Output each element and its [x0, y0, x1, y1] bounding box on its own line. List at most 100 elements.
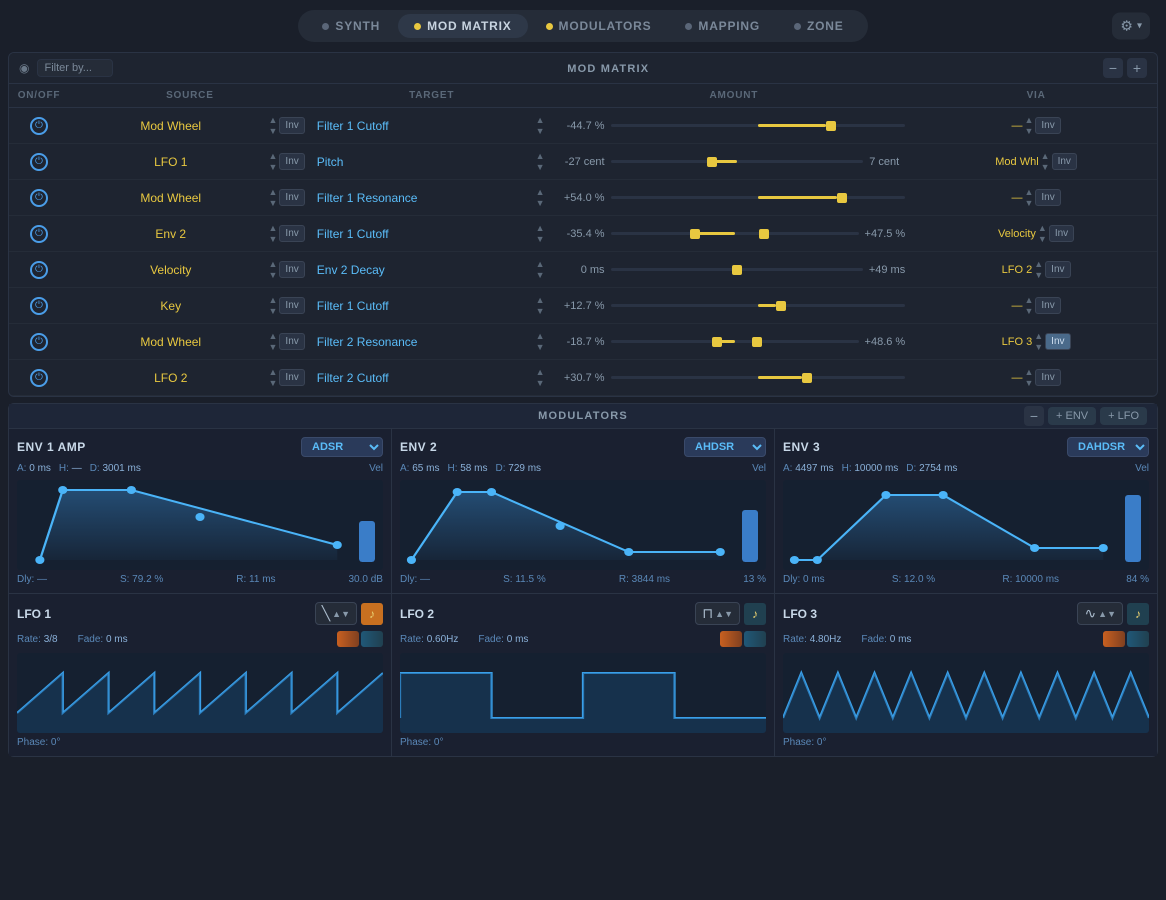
- tab-zone[interactable]: ZONE: [778, 14, 860, 38]
- row5-via-inv[interactable]: Inv: [1045, 261, 1070, 278]
- tab-mod-matrix[interactable]: MOD MATRIX: [398, 14, 527, 38]
- row8-source-arrows[interactable]: ▲▼: [267, 367, 280, 388]
- lfo1-canvas[interactable]: [17, 653, 383, 733]
- filter-select[interactable]: Filter by...: [37, 59, 113, 77]
- row1-via-arrows[interactable]: ▲▼: [1022, 115, 1035, 136]
- row5-power-btn[interactable]: ⏻: [30, 261, 48, 279]
- row1-via-inv[interactable]: Inv: [1035, 117, 1060, 134]
- row3-slider[interactable]: [611, 196, 906, 199]
- lfo2-wave-select[interactable]: ⊓ ▲▼: [695, 602, 740, 625]
- row7-via-arrows[interactable]: ▲▼: [1032, 331, 1045, 352]
- env2-canvas[interactable]: [400, 480, 766, 570]
- row4-source-inv[interactable]: Inv: [279, 225, 304, 242]
- row5-slider[interactable]: [611, 268, 863, 271]
- lfo3-fade-out-btn[interactable]: [1127, 631, 1149, 647]
- row2-slider[interactable]: [611, 160, 864, 163]
- row7-source-inv[interactable]: Inv: [279, 333, 304, 350]
- row2-via-arrows[interactable]: ▲▼: [1039, 151, 1052, 172]
- lfo2-fade-in-btn[interactable]: [720, 631, 742, 647]
- row3-via-arrows[interactable]: ▲▼: [1022, 187, 1035, 208]
- row7-source-arrows[interactable]: ▲▼: [267, 331, 280, 352]
- tab-modulators[interactable]: MODULATORS: [530, 14, 668, 38]
- row7-target-arrows[interactable]: ▲▼: [534, 331, 547, 352]
- row6-source-arrows[interactable]: ▲▼: [267, 295, 280, 316]
- row4-slider[interactable]: [611, 232, 859, 235]
- lfo2-canvas[interactable]: [400, 653, 766, 733]
- lfo3-wave-select[interactable]: ∿ ▲▼: [1077, 602, 1123, 625]
- row6-slider[interactable]: [611, 304, 906, 307]
- env3-vel-bar[interactable]: [1125, 488, 1141, 562]
- row3-target-arrows[interactable]: ▲▼: [534, 187, 547, 208]
- lfo3-sync-btn[interactable]: ♪: [1127, 603, 1149, 625]
- row3-via-inv[interactable]: Inv: [1035, 189, 1060, 206]
- row1-source-arrows[interactable]: ▲▼: [267, 115, 280, 136]
- env1-canvas[interactable]: [17, 480, 383, 570]
- row5-via-arrows[interactable]: ▲▼: [1032, 259, 1045, 280]
- lfo1-wave-select[interactable]: ╲ ▲▼: [315, 602, 357, 625]
- env3-canvas[interactable]: [783, 480, 1149, 570]
- lfo1-rate: Rate: 3/8: [17, 634, 58, 645]
- row6-via-inv[interactable]: Inv: [1035, 297, 1060, 314]
- lfo2-fade-out-btn[interactable]: [744, 631, 766, 647]
- row6-via-arrows[interactable]: ▲▼: [1022, 295, 1035, 316]
- mod-matrix-table: On/Off SOURCE TARGET AMOUNT VIA ⏻ Mod Wh…: [9, 84, 1157, 396]
- row8-target-arrows[interactable]: ▲▼: [534, 367, 547, 388]
- row5-source-arrows[interactable]: ▲▼: [267, 259, 280, 280]
- lfo1-sync-btn[interactable]: ♪: [361, 603, 383, 625]
- row2-source-inv[interactable]: Inv: [279, 153, 304, 170]
- row2-power-btn[interactable]: ⏻: [30, 153, 48, 171]
- row2-via-cell: Mod Whl ▲▼ Inv: [915, 144, 1157, 179]
- row1-target-arrows[interactable]: ▲▼: [534, 115, 547, 136]
- row7-via-inv[interactable]: Inv: [1045, 333, 1070, 350]
- row1-power-btn[interactable]: ⏻: [30, 117, 48, 135]
- row4-source-arrows[interactable]: ▲▼: [267, 223, 280, 244]
- row3-source-inv[interactable]: Inv: [279, 189, 304, 206]
- row1-source-inv[interactable]: Inv: [279, 117, 304, 134]
- row5-source-inv[interactable]: Inv: [279, 261, 304, 278]
- row8-source-inv[interactable]: Inv: [279, 369, 304, 386]
- mod-matrix-minus-btn[interactable]: −: [1103, 58, 1123, 78]
- lfo1-fade-in-btn[interactable]: [337, 631, 359, 647]
- row2-target-arrows[interactable]: ▲▼: [534, 151, 547, 172]
- lfo2-sync-btn[interactable]: ♪: [744, 603, 766, 625]
- row8-via-inv[interactable]: Inv: [1035, 369, 1060, 386]
- row6-target-arrows[interactable]: ▲▼: [534, 295, 547, 316]
- lfo1-fade-btns: [337, 631, 383, 647]
- row7-power-btn[interactable]: ⏻: [30, 333, 48, 351]
- row1-slider[interactable]: [611, 124, 906, 127]
- row5-target-arrows[interactable]: ▲▼: [534, 259, 547, 280]
- row3-source-arrows[interactable]: ▲▼: [267, 187, 280, 208]
- row7-slider[interactable]: [611, 340, 859, 343]
- row2-via-inv[interactable]: Inv: [1052, 153, 1077, 170]
- modulators-minus-btn[interactable]: −: [1024, 406, 1044, 426]
- row8-power-btn[interactable]: ⏻: [30, 369, 48, 387]
- add-lfo-btn[interactable]: + LFO: [1100, 407, 1147, 425]
- row4-target-arrows[interactable]: ▲▼: [534, 223, 547, 244]
- mod-matrix-plus-btn[interactable]: +: [1127, 58, 1147, 78]
- row4-via-arrows[interactable]: ▲▼: [1036, 223, 1049, 244]
- tab-synth[interactable]: SYNTH: [306, 14, 396, 38]
- row4-power-btn[interactable]: ⏻: [30, 225, 48, 243]
- env3-type-select[interactable]: DAHDSRADSRAHDSR: [1067, 437, 1149, 457]
- add-env-btn[interactable]: + ENV: [1048, 407, 1096, 425]
- lfo3-canvas[interactable]: [783, 653, 1149, 733]
- lfo3-fade-in-btn[interactable]: [1103, 631, 1125, 647]
- row6-source-inv[interactable]: Inv: [279, 297, 304, 314]
- lfo1-fade-out-btn[interactable]: [361, 631, 383, 647]
- tab-mapping[interactable]: MAPPING: [669, 14, 776, 38]
- settings-gear[interactable]: ⚙ ▾: [1112, 13, 1150, 40]
- env2-type-select[interactable]: AHDSRADSRDAHDSR: [684, 437, 766, 457]
- env2-vel-bar[interactable]: [742, 488, 758, 562]
- row6-power-btn[interactable]: ⏻: [30, 297, 48, 315]
- row8-slider[interactable]: [611, 376, 906, 379]
- row6-target: Filter 1 Cutoff: [317, 299, 534, 313]
- env1-vel-bar[interactable]: [359, 488, 375, 562]
- lfo2-fade: Fade: 0 ms: [478, 634, 528, 645]
- row8-via-arrows[interactable]: ▲▼: [1022, 367, 1035, 388]
- row7-amount-cell: -18.7 % +48.6 %: [553, 332, 916, 352]
- row4-via-inv[interactable]: Inv: [1049, 225, 1074, 242]
- row2-source-arrows[interactable]: ▲▼: [267, 151, 280, 172]
- row3-source-cell: Mod Wheel ▲▼ Inv: [69, 180, 311, 215]
- row3-power-btn[interactable]: ⏻: [30, 189, 48, 207]
- env1-type-select[interactable]: ADSRAHDSRDAHDSR: [301, 437, 383, 457]
